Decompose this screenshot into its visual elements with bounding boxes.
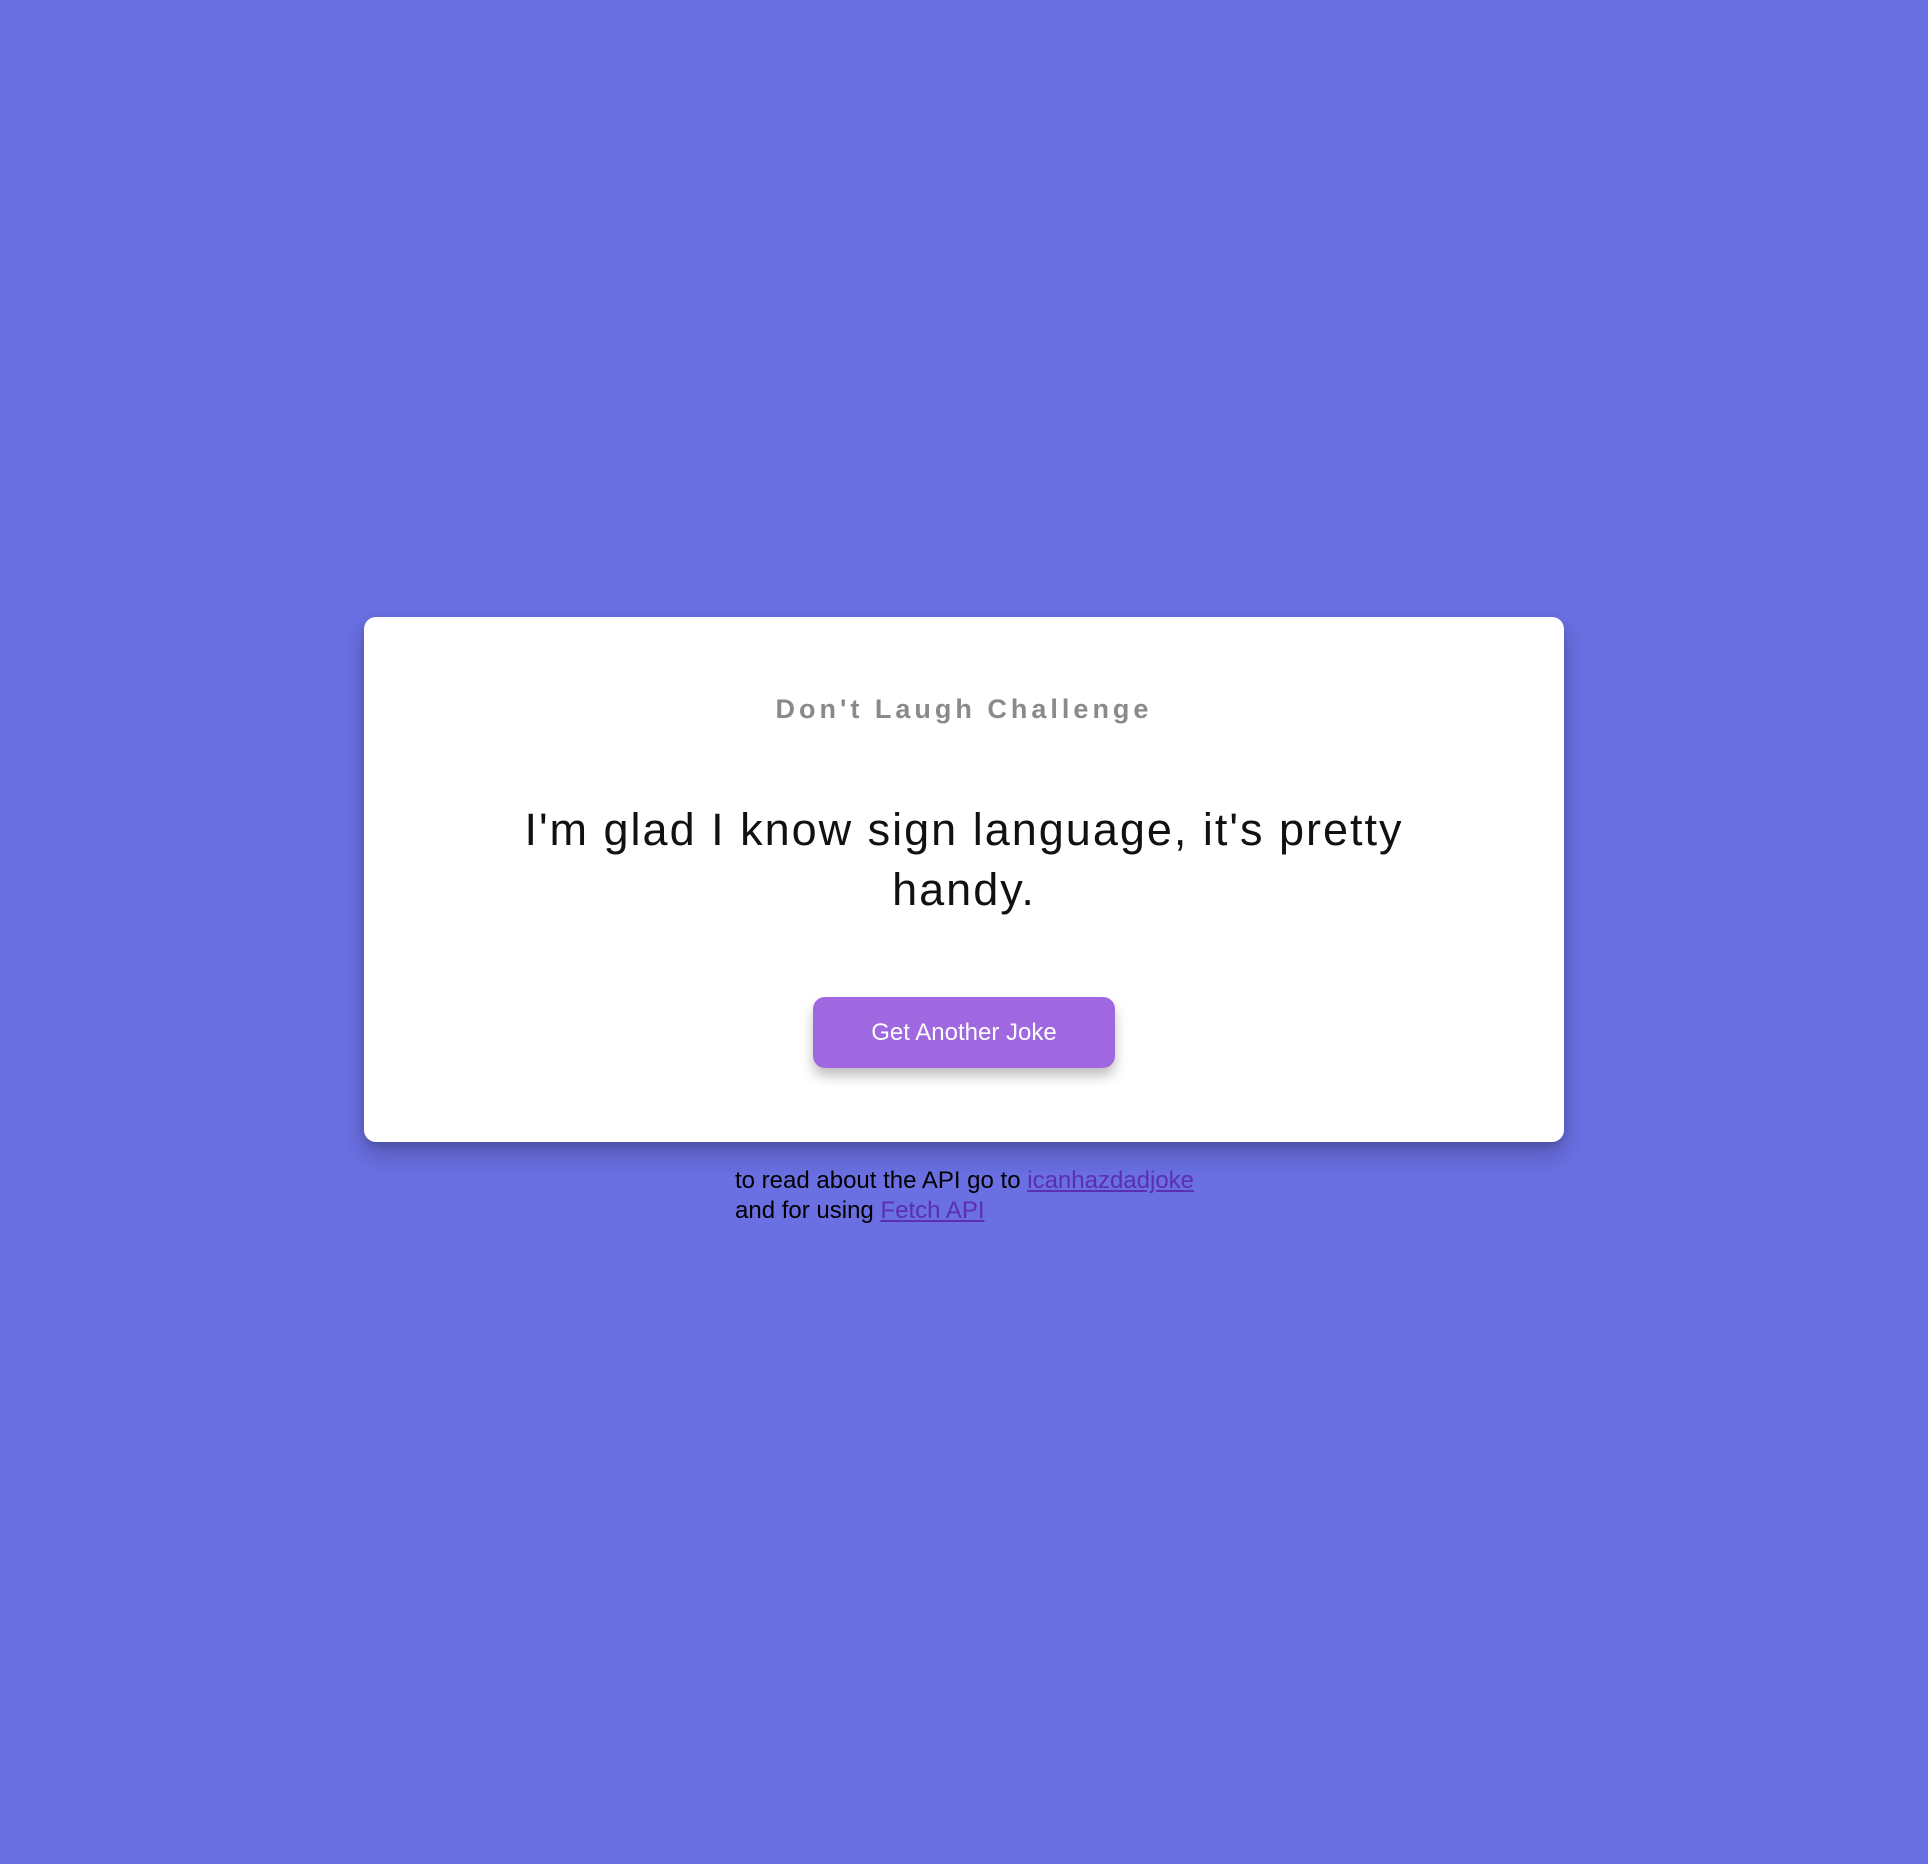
icanhazdadjoke-link[interactable]: icanhazdadjoke	[1027, 1167, 1194, 1194]
footer-credits: to read about the API go to icanhazdadjo…	[735, 1166, 1194, 1226]
footer-line-fetch-text: and for using	[735, 1197, 874, 1224]
footer-line-fetch: and for using Fetch API	[735, 1196, 1194, 1226]
get-another-joke-button[interactable]: Get Another Joke	[813, 997, 1115, 1068]
joke-card: Don't Laugh Challenge I'm glad I know si…	[364, 617, 1564, 1142]
card-title: Don't Laugh Challenge	[775, 694, 1153, 724]
footer-line-api-text: to read about the API go to	[735, 1167, 1021, 1194]
footer-line-api: to read about the API go to icanhazdadjo…	[735, 1166, 1194, 1196]
fetch-api-link[interactable]: Fetch API	[880, 1197, 984, 1224]
joke-text: I'm glad I know sign language, it's pret…	[524, 804, 1404, 915]
